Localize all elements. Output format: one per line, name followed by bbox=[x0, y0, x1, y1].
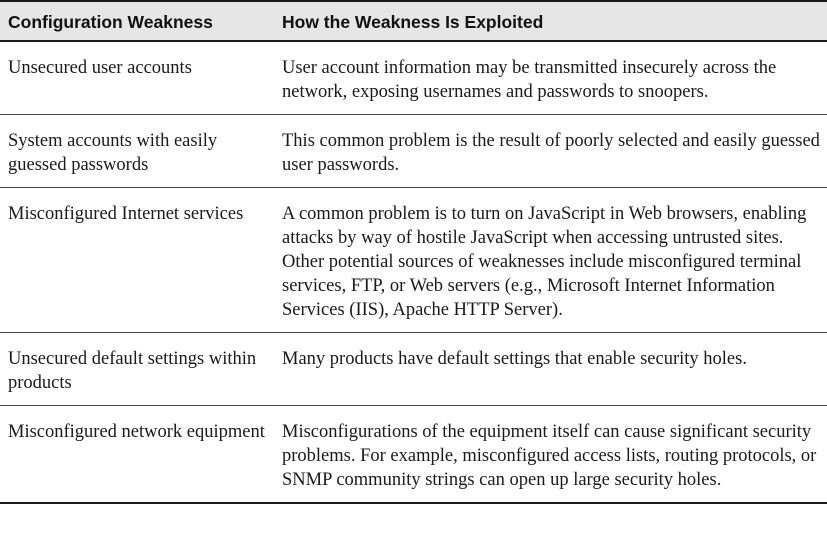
weakness-cell: System accounts with easily guessed pass… bbox=[8, 131, 218, 175]
table-row: System accounts with easily guessed pass… bbox=[0, 115, 827, 188]
exploit-cell: User account information may be transmit… bbox=[282, 58, 777, 102]
table-header-row: Configuration Weakness How the Weakness … bbox=[0, 2, 827, 42]
exploit-cell: This common problem is the result of poo… bbox=[282, 131, 820, 175]
table-row: Misconfigured Internet services A common … bbox=[0, 188, 827, 333]
header-configuration-weakness: Configuration Weakness bbox=[8, 12, 213, 32]
exploit-cell: Misconfigurations of the equipment itsel… bbox=[282, 422, 817, 490]
header-how-exploited: How the Weakness Is Exploited bbox=[282, 12, 544, 32]
exploit-cell: A common problem is to turn on JavaScrip… bbox=[282, 204, 807, 320]
configuration-weakness-table: Configuration Weakness How the Weakness … bbox=[0, 0, 827, 504]
weakness-cell: Misconfigured network equipment bbox=[8, 422, 265, 442]
table-row: Unsecured default settings within produc… bbox=[0, 333, 827, 406]
table-row: Unsecured user accounts User account info… bbox=[0, 42, 827, 115]
weakness-cell: Unsecured user accounts bbox=[8, 58, 192, 78]
table-body: Unsecured user accounts User account info… bbox=[0, 42, 827, 502]
exploit-cell: Many products have default settings that… bbox=[282, 349, 747, 369]
table-row: Misconfigured network equipment Misconfig… bbox=[0, 406, 827, 502]
weakness-cell: Misconfigured Internet services bbox=[8, 204, 244, 224]
weakness-cell: Unsecured default settings within produc… bbox=[8, 349, 257, 393]
